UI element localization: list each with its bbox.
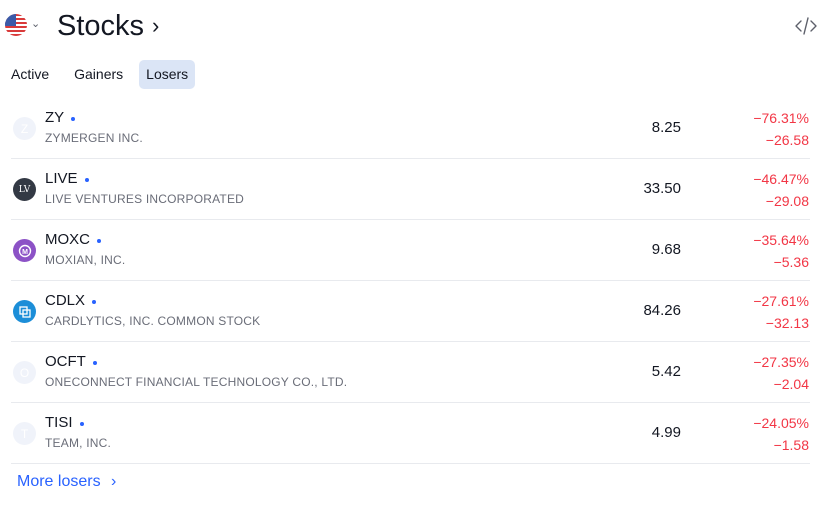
change-percent: −27.35%	[753, 354, 809, 370]
change-percent: −27.61%	[753, 293, 809, 309]
change-value: −1.58	[773, 437, 809, 453]
tab-losers[interactable]: Losers	[139, 59, 196, 89]
ticker-symbol: OCFT	[45, 353, 97, 371]
us-flag-icon[interactable]	[5, 14, 27, 36]
ticker-symbol-text: CDLX	[45, 292, 86, 309]
table-row[interactable]: LV LIVE LIVE VENTURES INCORPORATED 33.50…	[11, 159, 810, 220]
page-title-text: Stocks	[57, 10, 145, 42]
chevron-right-icon: ›	[152, 13, 160, 38]
ticker-symbol: CDLX	[45, 292, 97, 310]
last-price: 9.68	[651, 241, 681, 258]
last-price: 84.26	[643, 302, 681, 319]
table-row[interactable]: T TISI TEAM, INC. 4.99 −24.05% −1.58	[11, 403, 810, 464]
chevron-right-icon: ›	[111, 473, 117, 490]
losers-list: Z ZY ZYMERGEN INC. 8.25 −76.31% −26.58 L…	[11, 98, 810, 464]
market-status-dot-icon	[92, 299, 97, 304]
widget-header: ⌄ Stocks ›	[0, 0, 827, 52]
tab-active[interactable]: Active	[4, 60, 56, 89]
change-percent: −24.05%	[753, 415, 809, 431]
company-name: ZYMERGEN INC.	[45, 131, 143, 145]
change-value: −26.58	[765, 132, 809, 148]
last-price: 5.42	[651, 363, 681, 380]
page-title[interactable]: Stocks ›	[57, 8, 159, 44]
ticker-symbol: TISI	[45, 414, 84, 432]
company-name: CARDLYTICS, INC. COMMON STOCK	[45, 314, 261, 328]
company-logo-icon	[13, 300, 36, 323]
table-row[interactable]: CDLX CARDLYTICS, INC. COMMON STOCK 84.26…	[11, 281, 810, 342]
table-row[interactable]: M MOXC MOXIAN, INC. 9.68 −35.64% −5.36	[11, 220, 810, 281]
company-logo-icon: T	[13, 422, 36, 445]
market-status-dot-icon	[92, 360, 97, 365]
change-value: −29.08	[765, 193, 809, 209]
moxian-logo-icon: M	[18, 244, 31, 257]
cardlytics-logo-icon	[18, 305, 31, 318]
ticker-symbol-text: ZY	[45, 109, 65, 126]
more-losers-label: More losers	[17, 473, 101, 490]
ticker-symbol-text: LIVE	[45, 170, 78, 187]
ticker-symbol: LIVE	[45, 170, 89, 188]
change-percent: −76.31%	[753, 110, 809, 126]
last-price: 4.99	[651, 424, 681, 441]
tab-bar: Active Gainers Losers	[0, 59, 196, 89]
table-row[interactable]: Z ZY ZYMERGEN INC. 8.25 −76.31% −26.58	[11, 98, 810, 159]
more-losers-link[interactable]: More losers ›	[17, 471, 116, 493]
change-value: −2.04	[773, 376, 809, 392]
market-status-dot-icon	[84, 177, 89, 182]
market-status-dot-icon	[71, 116, 76, 121]
ticker-symbol-text: OCFT	[45, 353, 86, 370]
ticker-symbol: MOXC	[45, 231, 101, 249]
company-name: ONECONNECT FINANCIAL TECHNOLOGY CO., LTD…	[45, 375, 348, 389]
company-name: MOXIAN, INC.	[45, 253, 126, 267]
market-status-dot-icon	[79, 421, 84, 426]
company-name: LIVE VENTURES INCORPORATED	[45, 192, 245, 206]
chevron-down-icon[interactable]: ⌄	[31, 17, 40, 30]
code-icon[interactable]	[794, 16, 818, 36]
market-status-dot-icon	[97, 238, 101, 243]
flag-canton	[5, 14, 16, 26]
ticker-symbol: ZY	[45, 109, 76, 127]
table-row[interactable]: O OCFT ONECONNECT FINANCIAL TECHNOLOGY C…	[11, 342, 810, 403]
last-price: 33.50	[643, 180, 681, 197]
change-percent: −46.47%	[753, 171, 809, 187]
last-price: 8.25	[651, 119, 681, 136]
moxian-logo-letter: M	[22, 248, 28, 255]
company-logo-icon: Z	[13, 117, 36, 140]
company-logo-icon: O	[13, 361, 36, 384]
company-logo-icon: M	[13, 239, 36, 262]
ticker-symbol-text: TISI	[45, 414, 73, 431]
company-name: TEAM, INC.	[45, 436, 112, 450]
company-logo-icon: LV	[13, 178, 36, 201]
change-value: −5.36	[773, 254, 809, 270]
change-percent: −35.64%	[753, 232, 809, 248]
ticker-symbol-text: MOXC	[45, 231, 90, 248]
tab-gainers[interactable]: Gainers	[67, 60, 130, 89]
change-value: −32.13	[765, 315, 809, 331]
